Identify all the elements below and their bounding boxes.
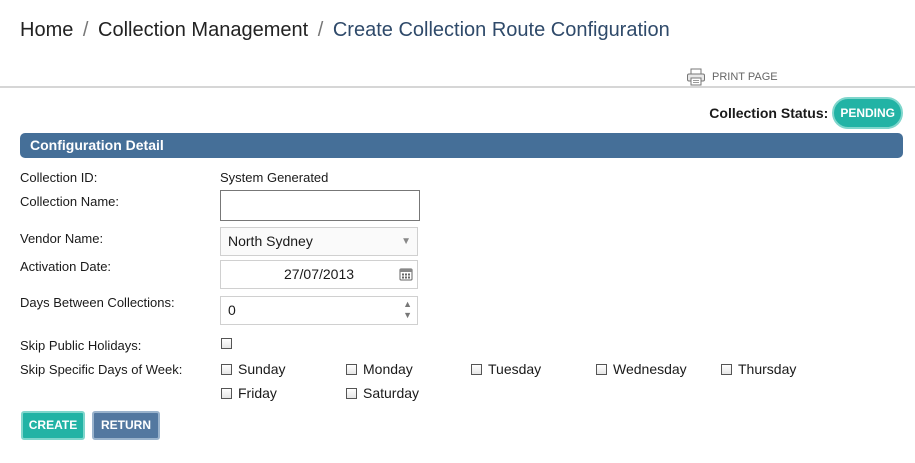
print-page-label: PRINT PAGE bbox=[712, 71, 778, 83]
checkbox-label: Tuesday bbox=[488, 361, 542, 377]
breadcrumb-collection-management[interactable]: Collection Management bbox=[98, 19, 308, 41]
activation-date-label: Activation Date: bbox=[20, 259, 112, 274]
calendar-icon[interactable] bbox=[399, 267, 413, 281]
days-between-value: 0 bbox=[228, 302, 236, 318]
days-between-stepper[interactable]: 0 ▲ ▼ bbox=[220, 296, 418, 325]
checkbox-box[interactable] bbox=[221, 338, 232, 349]
skip-holidays-checkbox[interactable] bbox=[221, 338, 238, 349]
checkbox-monday[interactable]: Monday bbox=[346, 361, 413, 377]
checkbox-tuesday[interactable]: Tuesday bbox=[471, 361, 541, 377]
activation-date-input[interactable]: 27/07/2013 bbox=[220, 260, 418, 289]
checkbox-box[interactable] bbox=[221, 363, 232, 375]
return-button[interactable]: RETURN bbox=[92, 411, 160, 440]
checkbox-label: Sunday bbox=[238, 361, 286, 377]
create-button[interactable]: CREATE bbox=[21, 411, 85, 440]
section-header-configuration-detail: Configuration Detail bbox=[20, 133, 903, 158]
breadcrumb-separator: / bbox=[317, 19, 324, 41]
checkbox-box[interactable] bbox=[596, 363, 607, 375]
collection-status: Collection Status: PENDING bbox=[709, 97, 903, 129]
checkbox-label: Thursday bbox=[738, 361, 797, 377]
checkbox-label: Monday bbox=[363, 361, 413, 377]
print-page-link[interactable]: PRINT PAGE bbox=[686, 68, 778, 86]
days-between-label: Days Between Collections: bbox=[20, 295, 175, 310]
collection-id-label: Collection ID: bbox=[20, 170, 98, 185]
vendor-name-label: Vendor Name: bbox=[20, 231, 104, 246]
vendor-name-selected: North Sydney bbox=[228, 233, 313, 249]
activation-date-value: 27/07/2013 bbox=[283, 266, 355, 282]
header-divider bbox=[0, 86, 915, 88]
checkbox-thursday[interactable]: Thursday bbox=[721, 361, 796, 377]
checkbox-label: Saturday bbox=[363, 385, 420, 401]
breadcrumb-separator: / bbox=[82, 19, 89, 41]
checkbox-sunday[interactable]: Sunday bbox=[221, 361, 285, 377]
skip-days-label: Skip Specific Days of Week: bbox=[20, 362, 183, 377]
checkbox-wednesday[interactable]: Wednesday bbox=[596, 361, 687, 377]
status-label: Collection Status: bbox=[709, 105, 829, 121]
checkbox-saturday[interactable]: Saturday bbox=[346, 385, 419, 401]
vendor-name-select[interactable]: North Sydney ▼ bbox=[220, 227, 418, 256]
collection-name-label: Collection Name: bbox=[20, 194, 119, 209]
skip-holidays-label: Skip Public Holidays: bbox=[20, 338, 142, 353]
stepper-down-icon[interactable]: ▼ bbox=[403, 310, 412, 321]
breadcrumb-current: Create Collection Route Configuration bbox=[332, 19, 670, 41]
checkbox-box[interactable] bbox=[346, 363, 357, 375]
checkbox-box[interactable] bbox=[721, 363, 732, 375]
breadcrumb-home[interactable]: Home bbox=[20, 19, 73, 41]
status-badge: PENDING bbox=[832, 97, 903, 129]
collection-id-value: System Generated bbox=[220, 170, 329, 185]
checkbox-friday[interactable]: Friday bbox=[221, 385, 277, 401]
printer-icon bbox=[687, 68, 705, 86]
stepper-controls[interactable]: ▲ ▼ bbox=[403, 299, 412, 321]
checkbox-label: Friday bbox=[238, 385, 277, 401]
dropdown-arrow-icon: ▼ bbox=[401, 236, 411, 247]
checkbox-box[interactable] bbox=[471, 363, 482, 375]
checkbox-box[interactable] bbox=[346, 387, 357, 399]
collection-name-input[interactable] bbox=[220, 190, 420, 221]
checkbox-box[interactable] bbox=[221, 387, 232, 399]
stepper-up-icon[interactable]: ▲ bbox=[403, 299, 412, 310]
checkbox-label: Wednesday bbox=[613, 361, 687, 377]
breadcrumb: Home / Collection Management / Create Co… bbox=[20, 19, 670, 42]
